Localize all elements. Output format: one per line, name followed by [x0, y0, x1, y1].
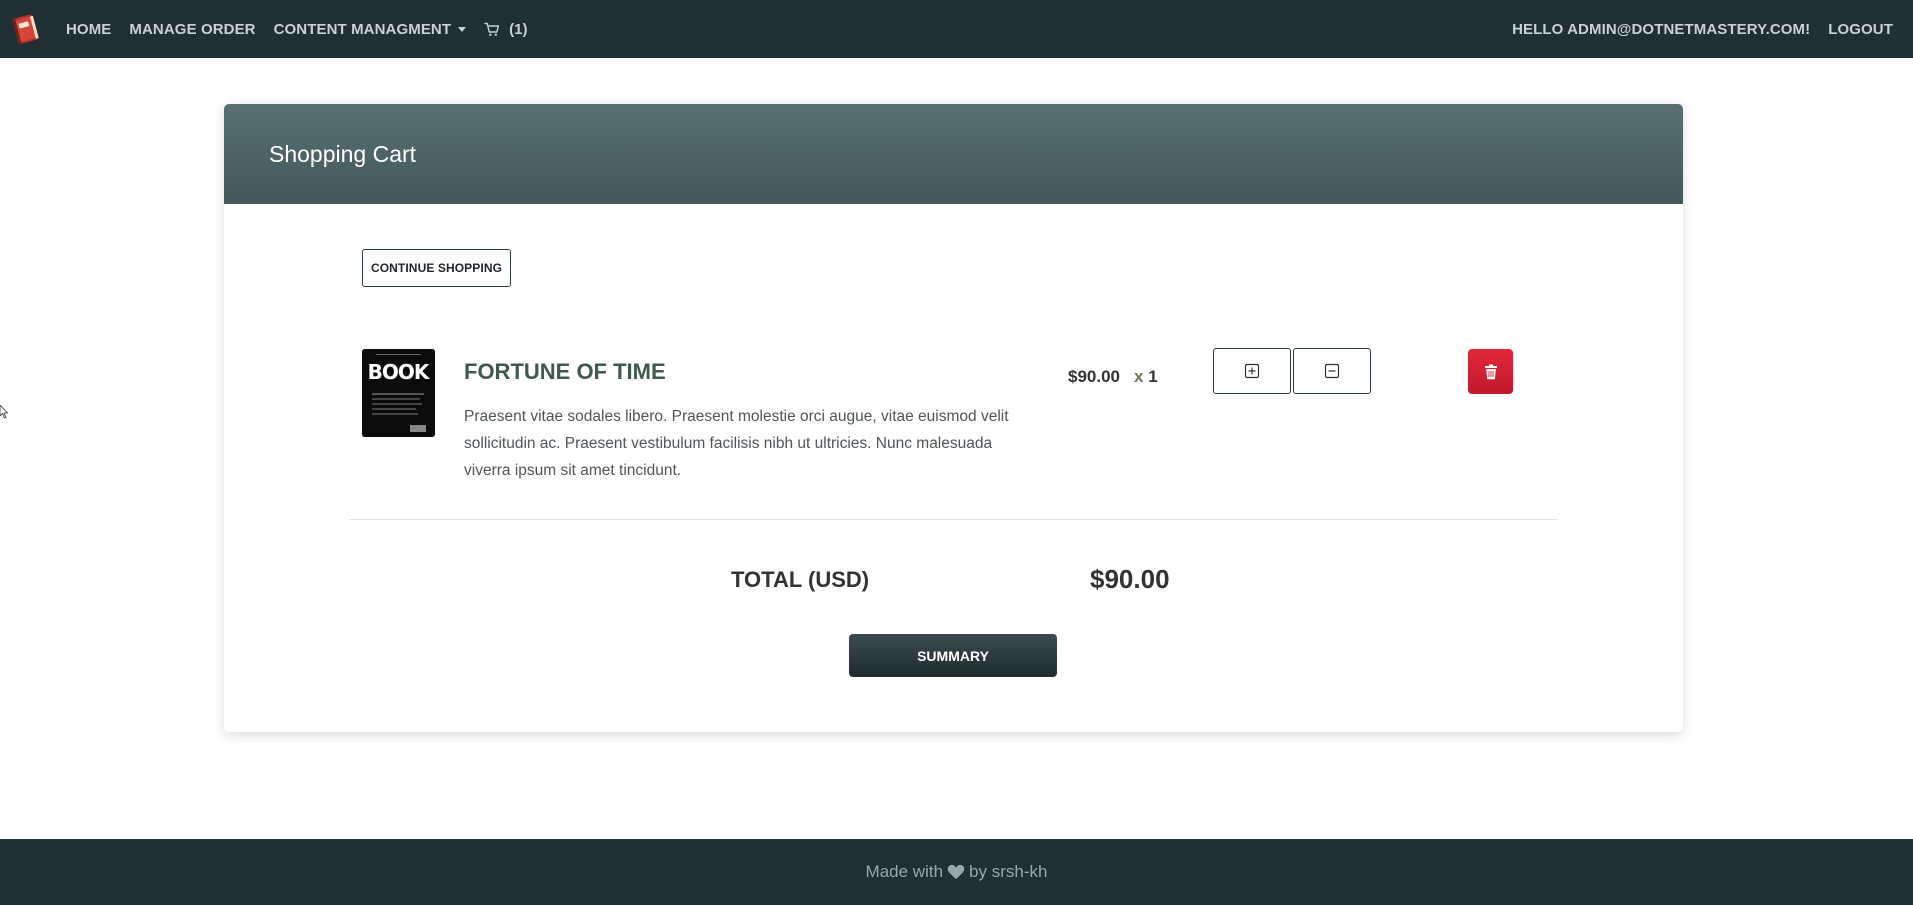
continue-shopping-button[interactable]: CONTINUE SHOPPING — [362, 249, 511, 287]
footer: Made with by srsh-kh — [0, 839, 1913, 905]
summary-button[interactable]: SUMMARY — [849, 634, 1057, 677]
card-header: Shopping Cart — [224, 104, 1683, 204]
trash-icon — [1484, 364, 1497, 379]
nav-cart[interactable]: (1) — [484, 21, 527, 38]
increase-quantity-button[interactable] — [1213, 348, 1291, 394]
page-title: Shopping Cart — [269, 140, 417, 167]
decrease-quantity-button[interactable] — [1293, 348, 1371, 394]
nav-manage-order[interactable]: MANAGE ORDER — [129, 21, 255, 38]
product-description: Praesent vitae sodales libero. Praesent … — [464, 408, 1009, 479]
total-value: $90.00 — [1090, 564, 1170, 594]
nav-home[interactable]: HOME — [66, 21, 111, 38]
quantity-value: 1 — [1148, 367, 1158, 386]
total-label: TOTAL (USD) — [731, 567, 870, 592]
divider — [349, 519, 1557, 520]
brand-logo[interactable] — [8, 9, 44, 49]
footer-author: by srsh-kh — [969, 862, 1048, 881]
heart-icon — [947, 864, 965, 880]
mouse-cursor-icon — [0, 404, 9, 424]
top-navbar: HOME MANAGE ORDER CONTENT MANAGMENT (1) … — [0, 0, 1913, 58]
chevron-down-icon — [458, 26, 467, 32]
shopping-cart-card: Shopping Cart CONTINUE SHOPPING BOOK FOR… — [224, 104, 1683, 732]
cart-count: (1) — [509, 20, 528, 38]
user-greeting[interactable]: HELLO ADMIN@DOTNETMASTERY.COM! — [1512, 21, 1810, 38]
cart-icon — [484, 22, 500, 36]
nav-content-management-label: CONTENT MANAGMENT — [273, 20, 452, 38]
logout-link[interactable]: LOGOUT — [1828, 21, 1893, 38]
product-cover-image[interactable]: BOOK — [362, 349, 435, 437]
footer-made-with: Made with — [865, 862, 944, 881]
quantity-multiplier: x — [1134, 367, 1144, 386]
remove-item-button[interactable] — [1468, 349, 1513, 394]
nav-content-management-dropdown[interactable]: CONTENT MANAGMENT — [274, 21, 467, 38]
plus-square-icon — [1244, 363, 1260, 379]
product-title[interactable]: FORTUNE OF TIME — [464, 359, 666, 385]
product-quantity: x 1 — [1134, 367, 1158, 387]
book-logo-icon — [12, 14, 39, 45]
minus-square-icon — [1324, 363, 1340, 379]
product-price: $90.00 — [1068, 367, 1120, 386]
cover-text: BOOK — [368, 360, 431, 384]
